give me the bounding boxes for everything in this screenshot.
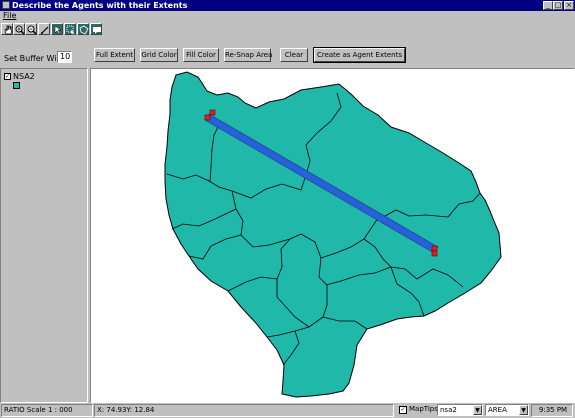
clear-button[interactable]: Clear <box>280 48 308 62</box>
coordinates-readout: X: 74.93Y: 12.84 <box>94 404 394 417</box>
layer-select[interactable]: nsa2 ▼ <box>437 404 483 416</box>
layer-name[interactable]: NSA2 <box>13 72 35 81</box>
select-box-icon[interactable] <box>64 23 76 35</box>
create-agent-extents-button[interactable]: Create as Agent Extents <box>313 47 406 63</box>
maptips-label: MapTips <box>409 405 438 413</box>
map-tip-icon[interactable] <box>90 23 102 35</box>
app-icon[interactable] <box>2 1 10 9</box>
command-bar: Set Buffer Width 10 Full Extent Grid Col… <box>0 40 575 70</box>
fill-color-button[interactable]: Fill Color <box>183 48 219 62</box>
resnap-area-button[interactable]: Re-Snap Area <box>224 48 272 62</box>
layer-select-value: nsa2 <box>440 406 457 414</box>
line-vertex-handle[interactable] <box>209 109 216 116</box>
full-extent-button[interactable]: Full Extent <box>94 48 135 62</box>
layer-color-swatch[interactable] <box>13 82 20 89</box>
menu-bar: File <box>0 11 575 21</box>
status-bar: RATIO Scale 1 : 000 X: 74.93Y: 12.84 ✓ M… <box>0 403 575 418</box>
maximize-button[interactable]: □ <box>553 1 563 10</box>
map-svg[interactable] <box>91 69 575 404</box>
zoom-out-icon[interactable] <box>25 23 37 35</box>
field-select[interactable]: AREA ▼ <box>485 404 529 416</box>
identify-icon[interactable] <box>38 23 50 35</box>
layer-visibility-checkbox[interactable]: ✓ <box>4 73 11 80</box>
title-bar: Describe the Agents with their Extents _… <box>0 0 575 11</box>
chevron-down-icon[interactable]: ▼ <box>519 405 528 415</box>
menu-file[interactable]: File <box>3 11 16 21</box>
window-title: Describe the Agents with their Extents <box>12 1 188 10</box>
clock-readout: 9:35 PM <box>531 404 573 417</box>
icon-toolbar <box>0 21 575 37</box>
map-canvas[interactable] <box>90 68 575 403</box>
grid-color-button[interactable]: Grid Color <box>140 48 178 62</box>
line-vertex-handle[interactable] <box>431 250 438 257</box>
pan-hand-icon[interactable] <box>1 23 13 35</box>
legend-panel: ✓ NSA2 <box>0 68 88 403</box>
chevron-down-icon[interactable]: ▼ <box>473 405 482 415</box>
select-polygon-icon[interactable] <box>77 23 89 35</box>
maptips-checkbox[interactable]: ✓ <box>399 406 407 414</box>
select-arrow-icon[interactable] <box>51 23 63 35</box>
line-vertex-handle[interactable] <box>431 245 438 252</box>
zoom-in-icon[interactable] <box>13 23 25 35</box>
scale-readout: RATIO Scale 1 : 000 <box>1 404 93 417</box>
field-select-value: AREA <box>488 406 507 414</box>
minimize-button[interactable]: _ <box>543 1 553 10</box>
line-vertex-handle[interactable] <box>204 114 211 121</box>
close-button[interactable]: × <box>564 1 574 10</box>
buffer-width-input[interactable]: 10 <box>57 51 72 63</box>
